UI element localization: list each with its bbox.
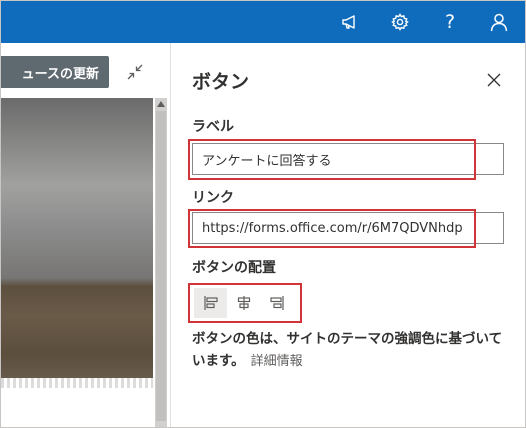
label-input[interactable] (192, 143, 504, 175)
help-icon[interactable]: ? (438, 10, 462, 34)
align-left-button[interactable] (194, 288, 227, 318)
align-center-button[interactable] (227, 288, 260, 318)
top-bar: ? (1, 1, 525, 43)
align-left-icon (203, 296, 218, 310)
collapse-arrows-icon[interactable] (123, 60, 147, 84)
link-field-label: リンク (192, 190, 234, 206)
news-update-button[interactable]: ュースの更新 (1, 56, 109, 88)
scroll-up-arrow-icon[interactable] (157, 101, 165, 107)
learn-more-link[interactable]: 詳細情報 (251, 354, 303, 369)
link-input[interactable] (192, 212, 504, 244)
gear-icon[interactable] (388, 10, 412, 34)
theme-color-note-text: ボタンの色は、サイトのテーマの強調色に基づいています。 (192, 331, 503, 369)
megaphone-icon[interactable] (338, 10, 362, 34)
align-center-icon (237, 296, 250, 310)
page-preview-pane: ュースの更新 (1, 43, 171, 427)
align-right-button[interactable] (260, 288, 293, 318)
hero-image (1, 98, 153, 388)
close-icon[interactable] (486, 72, 502, 88)
label-field-label: ラベル (192, 119, 234, 135)
alignment-label: ボタンの配置 (192, 260, 276, 276)
person-icon[interactable] (487, 10, 511, 34)
app-window: ? ュースの更新 ボタン ラベル アンケートに回答する リンク https://… (0, 0, 526, 428)
scrollbar-thumb[interactable] (156, 111, 166, 421)
panel-title: ボタン (192, 71, 250, 93)
align-right-icon (269, 296, 284, 310)
theme-color-note: ボタンの色は、サイトのテーマの強調色に基づいています。 詳細情報 (192, 328, 512, 373)
alignment-options (194, 288, 293, 318)
button-properties-panel: ボタン ラベル リンク ボタンの配置 (172, 43, 525, 427)
